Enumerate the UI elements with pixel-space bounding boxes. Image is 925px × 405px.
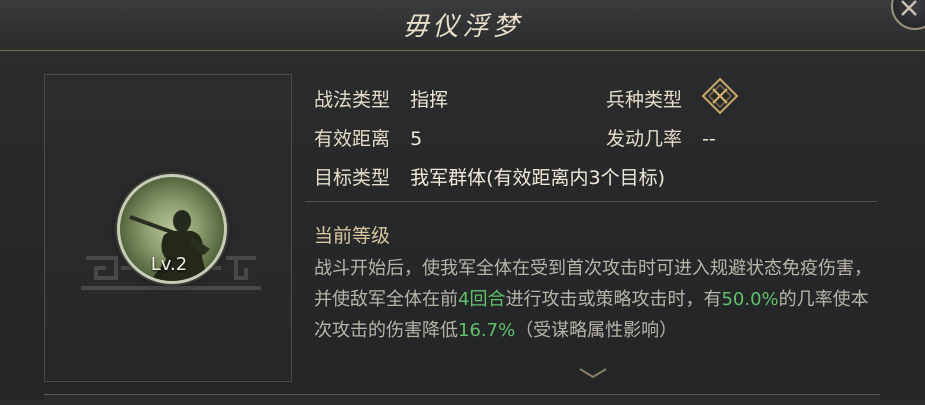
desc-part-4: （受谋略属性影响）	[515, 320, 678, 341]
desc-reduction-value: 16.7%	[458, 320, 516, 341]
troop-type-label: 兵种类型	[606, 89, 683, 111]
desc-rounds-value: 4回合	[458, 289, 506, 310]
troop-type-diamond-icon[interactable]	[700, 76, 740, 116]
desc-part-2: 进行攻击或策略攻击时，有	[505, 289, 722, 310]
trigger-rate-value: --	[702, 128, 716, 150]
dialog-header: 毋仪浮梦	[0, 0, 925, 51]
target-type-row: 目标类型 我军群体(有效距离内3个目标)	[314, 163, 665, 190]
trigger-rate-label: 发动几率	[606, 128, 683, 150]
target-type-label: 目标类型	[314, 167, 391, 189]
skill-title: 毋仪浮梦	[402, 12, 523, 42]
desc-chance-value: 50.0%	[721, 289, 779, 310]
tactic-type-label: 战法类型	[314, 89, 391, 111]
trigger-rate-row: 发动几率 --	[606, 124, 716, 151]
tactic-type-value: 指挥	[410, 89, 449, 111]
target-type-value: 我军群体(有效距离内3个目标)	[410, 167, 665, 189]
skill-description: 战斗开始后，使我军全体在受到首次攻击时可进入规避状态免疫伤害，并使敌军全体在前4…	[314, 253, 884, 346]
close-x-icon	[901, 0, 917, 16]
tactic-type-row: 战法类型 指挥	[314, 85, 448, 112]
range-label: 有效距离	[314, 128, 391, 150]
range-value: 5	[410, 128, 423, 150]
current-level-title: 当前等级	[314, 225, 391, 247]
skill-level-label: Lv.2	[150, 254, 188, 275]
section-divider	[305, 201, 877, 202]
range-row: 有效距离 5	[314, 124, 422, 151]
troop-type-row: 兵种类型	[606, 85, 682, 112]
chevron-down-icon[interactable]	[578, 366, 608, 380]
